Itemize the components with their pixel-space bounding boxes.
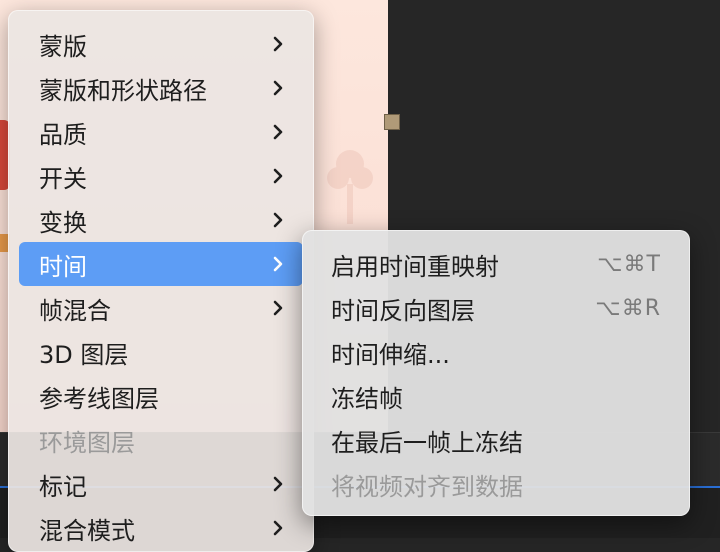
menu-item-label: 帧混合 bbox=[39, 296, 111, 325]
keyboard-shortcut: ⌥⌘T bbox=[597, 251, 661, 277]
menu-item-label: 开关 bbox=[39, 164, 87, 193]
menu-item[interactable]: 3D 图层 bbox=[19, 330, 303, 374]
chevron-right-icon bbox=[269, 475, 287, 493]
menu-item[interactable]: 开关 bbox=[19, 154, 303, 198]
submenu-item-label: 时间伸缩... bbox=[331, 340, 450, 369]
chevron-right-icon bbox=[269, 79, 287, 97]
submenu-item-label: 将视频对齐到数据 bbox=[331, 472, 523, 501]
submenu-item[interactable]: 时间伸缩... bbox=[311, 330, 681, 374]
menu-item-label: 标记 bbox=[39, 472, 87, 501]
menu-item-label: 混合模式 bbox=[39, 516, 135, 545]
menu-item-label: 参考线图层 bbox=[39, 384, 159, 413]
submenu-item[interactable]: 在最后一帧上冻结 bbox=[311, 418, 681, 462]
submenu-item: 将视频对齐到数据 bbox=[311, 462, 681, 506]
menu-item[interactable]: 蒙版和形状路径 bbox=[19, 66, 303, 110]
submenu-item-label: 启用时间重映射 bbox=[331, 252, 499, 281]
chevron-right-icon bbox=[269, 35, 287, 53]
menu-item[interactable]: 蒙版 bbox=[19, 22, 303, 66]
menu-item-label: 蒙版 bbox=[39, 32, 87, 61]
menu-item-label: 环境图层 bbox=[39, 428, 135, 457]
submenu-item[interactable]: 冻结帧 bbox=[311, 374, 681, 418]
layer-context-menu: 蒙版蒙版和形状路径 品质开关变换时间帧混合 3D 图层参考线图层环境图层标记混合模式 bbox=[8, 10, 314, 552]
chevron-right-icon bbox=[269, 211, 287, 229]
menu-item-label: 3D 图层 bbox=[39, 340, 129, 369]
menu-item-label: 品质 bbox=[39, 120, 87, 149]
submenu-item-label: 冻结帧 bbox=[331, 384, 403, 413]
menu-item[interactable]: 帧混合 bbox=[19, 286, 303, 330]
keyboard-shortcut: ⌥⌘R bbox=[595, 295, 661, 321]
chevron-right-icon bbox=[269, 123, 287, 141]
chevron-right-icon bbox=[269, 255, 287, 273]
chevron-right-icon bbox=[269, 519, 287, 537]
submenu-item-label: 在最后一帧上冻结 bbox=[331, 428, 523, 457]
layer-transform-handle[interactable] bbox=[384, 114, 400, 130]
menu-item: 环境图层 bbox=[19, 418, 303, 462]
menu-item[interactable]: 参考线图层 bbox=[19, 374, 303, 418]
menu-item-label: 变换 bbox=[39, 208, 87, 237]
menu-item[interactable]: 品质 bbox=[19, 110, 303, 154]
menu-item[interactable]: 变换 bbox=[19, 198, 303, 242]
menu-item[interactable]: 混合模式 bbox=[19, 506, 303, 550]
submenu-item[interactable]: 时间反向图层 ⌥⌘R bbox=[311, 286, 681, 330]
tree-illustration-icon bbox=[327, 150, 373, 224]
menu-item[interactable]: 标记 bbox=[19, 462, 303, 506]
submenu-item[interactable]: 启用时间重映射 ⌥⌘T bbox=[311, 242, 681, 286]
chevron-right-icon bbox=[269, 299, 287, 317]
time-submenu: 启用时间重映射 ⌥⌘T 时间反向图层 ⌥⌘R 时间伸缩... 冻结帧在最后一帧上冻结 将视频… bbox=[302, 230, 690, 516]
submenu-item-label: 时间反向图层 bbox=[331, 296, 475, 325]
menu-item[interactable]: 时间 bbox=[19, 242, 303, 286]
menu-item-label: 蒙版和形状路径 bbox=[39, 76, 207, 105]
chevron-right-icon bbox=[269, 167, 287, 185]
menu-item-label: 时间 bbox=[39, 252, 87, 281]
